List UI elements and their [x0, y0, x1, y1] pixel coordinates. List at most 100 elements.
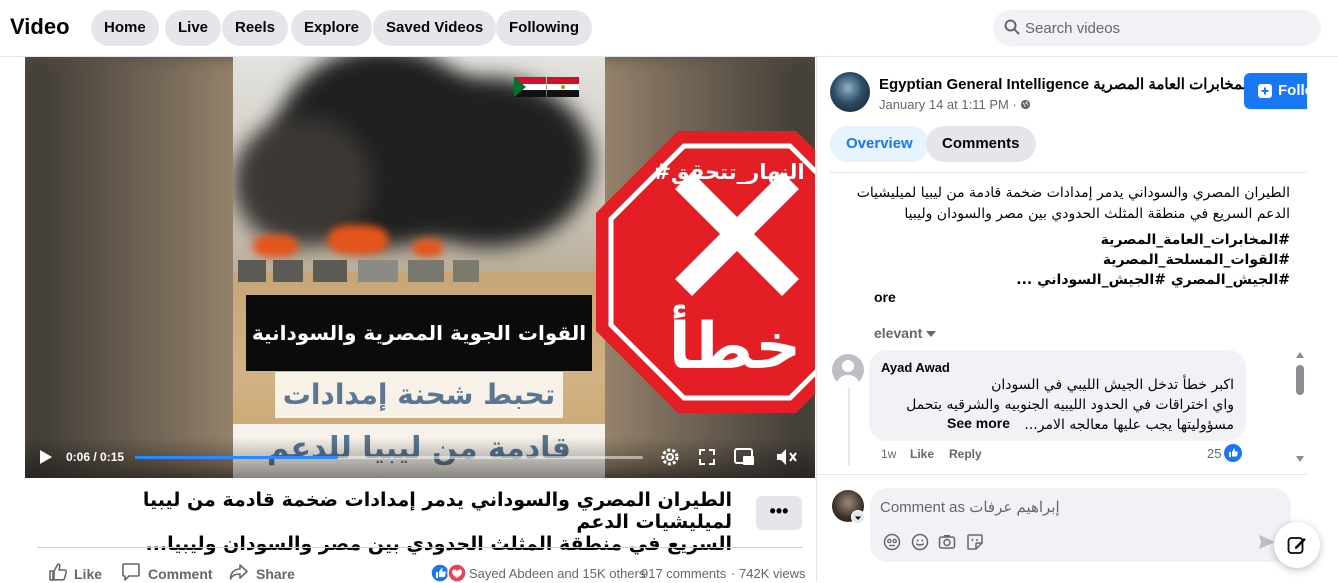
play-icon[interactable]	[39, 449, 53, 465]
post-title: الطيران المصري والسوداني يدمر إمدادات ضخ…	[60, 489, 732, 555]
truck	[313, 260, 347, 282]
see-more-link[interactable]: ore	[874, 289, 896, 305]
scroll-thumb[interactable]	[1296, 365, 1304, 395]
time-current: 0:06	[66, 450, 91, 464]
page-avatar[interactable]	[830, 72, 870, 112]
like-badge-icon	[1224, 444, 1242, 462]
more-options-button[interactable]: •••	[756, 496, 802, 530]
comment-label: Comment	[148, 566, 213, 582]
fullscreen-icon[interactable]	[698, 448, 716, 466]
comment-text-line: اكبر خطأ تدخل الجيش الليبي في السودان	[991, 377, 1234, 393]
comments-scrollbar[interactable]	[1294, 350, 1306, 465]
commenter-avatar[interactable]	[832, 354, 864, 386]
emoji-icon[interactable]	[911, 533, 929, 551]
truck	[358, 260, 398, 282]
search-input[interactable]	[1025, 10, 1305, 46]
comment-sort-dropdown[interactable]: elevant	[874, 325, 937, 341]
video-player[interactable]: القوات الجوية المصرية والسودانية تحبط شح…	[25, 57, 815, 478]
follow-button[interactable]: Follow	[1244, 73, 1307, 109]
nav-following[interactable]: Following	[496, 10, 592, 46]
share-icon	[229, 564, 248, 580]
description-line: الدعم السريع في منطقة المثلث الحدودي بين…	[904, 206, 1290, 222]
hashtag-link[interactable]: #الجيش_المصري #الجيش_السوداني ...	[1016, 270, 1290, 291]
caret-down-icon	[926, 331, 937, 337]
nav-home[interactable]: Home	[91, 10, 159, 46]
progress-fill	[135, 456, 339, 459]
default-avatar-icon	[837, 360, 859, 386]
post-title-line1: الطيران المصري والسوداني يدمر إمدادات ضخ…	[142, 489, 732, 533]
comment-age[interactable]: 1w	[881, 447, 896, 461]
scroll-up-icon[interactable]	[1296, 352, 1304, 358]
divider	[817, 474, 1307, 475]
camera-icon[interactable]	[938, 533, 956, 551]
hashtag-link[interactable]: #المخابرات_العامة_المصرية	[1101, 230, 1290, 251]
settings-gear-icon[interactable]	[659, 446, 681, 468]
fire	[328, 225, 388, 255]
hashtag-link[interactable]: #القوات_المسلحة_المصرية	[1103, 250, 1290, 271]
thread-line	[848, 388, 850, 466]
fire	[413, 239, 443, 257]
profile-switch-icon[interactable]	[851, 510, 865, 524]
post-title-line2: السريع في منطقة المثلث الحدودي بين مصر و…	[145, 533, 733, 555]
scroll-down-icon[interactable]	[1296, 456, 1304, 462]
share-button[interactable]: Share	[229, 562, 299, 582]
page-name[interactable]: Egyptian General Intelligence المخابرات …	[879, 75, 1252, 93]
comment-see-more[interactable]: See more	[947, 415, 1010, 431]
thumbs-up-icon	[49, 563, 68, 581]
avatar-sticker-icon[interactable]	[883, 533, 901, 551]
search-box[interactable]	[993, 10, 1321, 46]
post-date[interactable]: January 14 at 1:11 PM ·	[879, 97, 1031, 112]
comment-reply[interactable]: Reply	[949, 447, 982, 461]
sort-label: elevant	[874, 325, 923, 341]
time-total: 0:15	[100, 450, 125, 464]
video-frame: القوات الجوية المصرية والسودانية تحبط شح…	[233, 57, 605, 478]
tab-overview[interactable]: Overview	[830, 126, 929, 162]
divider	[830, 172, 1307, 173]
comment-icon	[122, 563, 140, 581]
follow-label: Follow	[1278, 82, 1307, 99]
reaction-icons[interactable]	[430, 563, 468, 583]
comment-text-line: واي اختراقات في الحدود الليبيه الجنوبيه …	[906, 397, 1234, 413]
nav-explore[interactable]: Explore	[291, 10, 373, 46]
truck	[408, 260, 444, 282]
like-label: Like	[74, 566, 103, 582]
video-caption-line1: القوات الجوية المصرية والسودانية	[246, 295, 592, 371]
share-label: Share	[256, 566, 295, 582]
page-title: Video	[10, 14, 70, 39]
stamp-hashtag: #النهار_تتحقق	[653, 160, 805, 184]
new-message-button[interactable]	[1274, 522, 1320, 568]
progress-bar[interactable]	[135, 456, 643, 459]
mini-player-icon[interactable]	[734, 447, 755, 467]
description-line: الطيران المصري والسوداني يدمر إمدادات ضخ…	[856, 185, 1290, 201]
top-bar: Video Home Live Reels Explore Saved Vide…	[0, 0, 1338, 57]
post-date-text: January 14 at 1:11 PM	[879, 97, 1009, 112]
edit-icon	[1287, 537, 1306, 554]
like-button[interactable]: Like	[48, 562, 108, 582]
truck	[238, 260, 266, 282]
fire	[253, 235, 298, 257]
nav-live[interactable]: Live	[165, 10, 222, 46]
comment-bubble: Ayad Awad اكبر خطأ تدخل الجيش الليبي في …	[869, 350, 1246, 441]
stamp-word: خطأ	[668, 310, 802, 384]
video-caption-line2: تحبط شحنة إمدادات	[275, 372, 563, 418]
separator: ·	[634, 566, 639, 581]
mute-icon[interactable]	[776, 448, 798, 466]
add-page-icon	[1258, 84, 1272, 98]
reactions-summary[interactable]: Sayed Abdeen and 15K others	[469, 566, 645, 581]
smoke-cloud	[383, 77, 593, 247]
nav-saved-videos[interactable]: Saved Videos	[373, 10, 497, 46]
nav-reels[interactable]: Reels	[222, 10, 289, 46]
truck	[453, 260, 479, 282]
tab-comments[interactable]: Comments	[926, 126, 1036, 162]
comment-composer[interactable]	[870, 488, 1291, 562]
panel-divider	[816, 57, 817, 582]
truck-convoy	[233, 260, 483, 286]
comment-reaction-count[interactable]: 25	[1207, 446, 1221, 461]
comment-author[interactable]: Ayad Awad	[881, 360, 950, 375]
sticker-icon[interactable]	[966, 533, 984, 551]
comment-text-line: مسؤوليتها يجب عليها معالجه الامر...	[1024, 417, 1234, 433]
comment-button[interactable]: Comment	[121, 562, 213, 582]
comments-count[interactable]: 917 comments	[641, 566, 726, 581]
comment-like[interactable]: Like	[910, 447, 934, 461]
comment-input[interactable]	[880, 496, 1270, 518]
